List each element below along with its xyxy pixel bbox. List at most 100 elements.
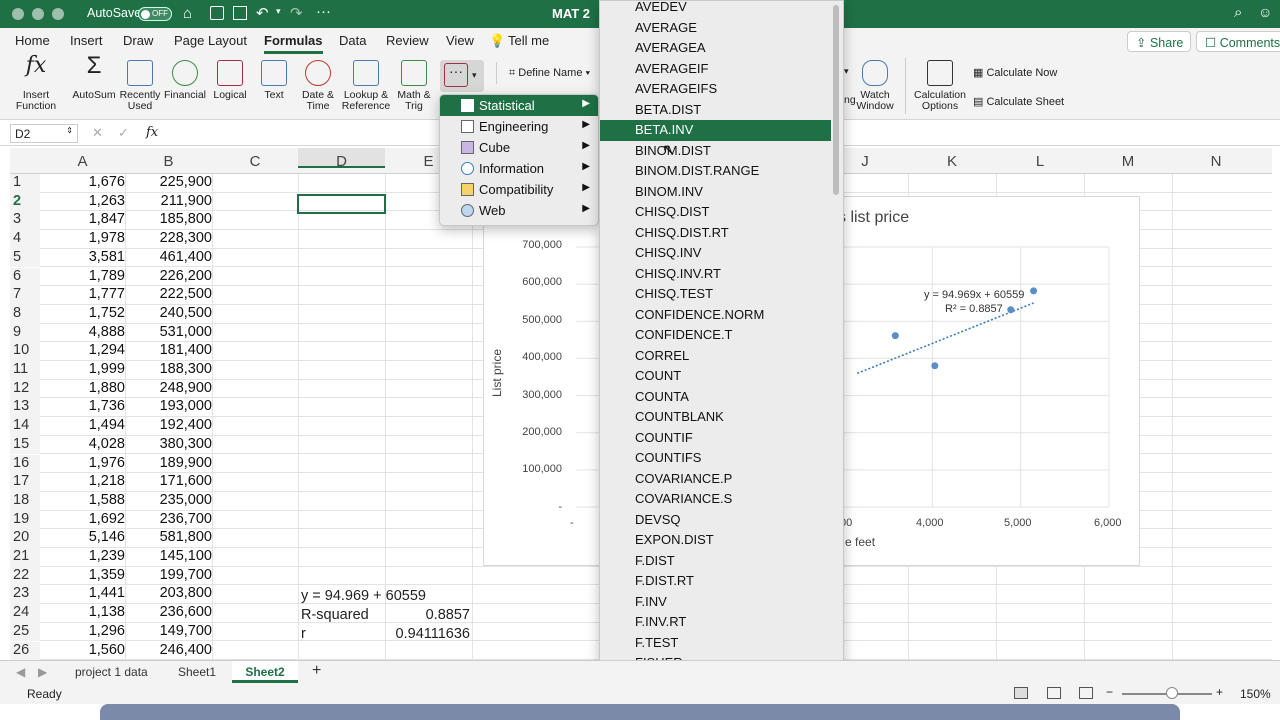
calculate-sheet-button[interactable]: ▤ Calculate Sheet [973, 95, 1064, 108]
autosum-button[interactable]: Σ AutoSum [72, 54, 116, 101]
row-header[interactable]: 11 [10, 361, 40, 380]
column-header-l[interactable]: L [996, 153, 1084, 170]
logical-button[interactable]: Logical [210, 60, 250, 101]
cell-a[interactable]: 5,146 [40, 529, 125, 545]
cell-a[interactable]: 1,736 [40, 398, 125, 414]
cell-b[interactable]: 228,300 [125, 230, 212, 246]
search-icon[interactable]: ⌕ [1234, 4, 1242, 21]
prev-sheet-icon[interactable]: ◀ [16, 665, 25, 679]
menu-item-function[interactable]: CHISQ.INV.RT [600, 264, 831, 285]
menu-item-cube[interactable]: Cube ▶ [440, 137, 598, 158]
cell-b[interactable]: 236,600 [125, 604, 212, 620]
tab-draw[interactable]: Draw [123, 33, 153, 48]
cell-b[interactable]: 145,100 [125, 548, 212, 564]
menu-item-function[interactable]: CHISQ.DIST.RT [600, 223, 831, 244]
menu-item-function[interactable]: CHISQ.DIST [600, 202, 831, 223]
menu-item-function[interactable]: CONFIDENCE.NORM [600, 305, 831, 326]
cell-a[interactable]: 1,560 [40, 642, 125, 658]
row-header[interactable]: 9 [10, 323, 40, 343]
more-functions-button[interactable]: ··· ▾ [440, 60, 484, 92]
next-sheet-icon[interactable]: ▶ [38, 665, 47, 679]
cell-a[interactable]: 1,692 [40, 511, 125, 527]
column-header-n[interactable]: N [1172, 153, 1260, 170]
menu-item-function[interactable]: COUNT [600, 366, 831, 387]
date-time-button[interactable]: Date & Time [298, 60, 338, 112]
menu-item-function[interactable]: BETA.DIST [600, 100, 831, 121]
insert-function-button[interactable]: fx Insert Function [12, 55, 60, 112]
cell-b[interactable]: 193,000 [125, 398, 212, 414]
calculate-now-button[interactable]: ▦ Calculate Now [973, 66, 1057, 79]
cell-b[interactable]: 226,200 [125, 268, 212, 284]
menu-item-function[interactable]: BINOM.DIST [600, 141, 831, 162]
undo-dropdown-icon[interactable]: ▾ [276, 6, 281, 17]
menu-item-information[interactable]: Information ▶ [440, 158, 598, 179]
menu-item-function[interactable]: BINOM.INV [600, 182, 831, 203]
row-header[interactable]: 18 [10, 491, 40, 511]
row-header[interactable]: 8 [10, 304, 40, 324]
menu-item-function[interactable]: AVERAGEA [600, 38, 831, 59]
row-header[interactable]: 4 [10, 230, 40, 249]
tab-view[interactable]: View [446, 33, 474, 48]
column-header-b[interactable]: B [125, 153, 212, 170]
cell-a[interactable]: 1,138 [40, 604, 125, 620]
row-header[interactable]: 19 [10, 510, 40, 530]
watch-window-button[interactable]: Watch Window [852, 60, 898, 112]
menu-item-function[interactable]: BETA.INV [600, 120, 831, 141]
menu-item-function[interactable]: CONFIDENCE.T [600, 325, 831, 346]
r-label-cell[interactable]: r [301, 626, 306, 642]
r-value-cell[interactable]: 0.94111636 [385, 626, 470, 642]
cell-b[interactable]: 181,400 [125, 342, 212, 358]
cell-b[interactable]: 235,000 [125, 492, 212, 508]
cell-b[interactable]: 203,800 [125, 585, 212, 601]
cell-a[interactable]: 1,239 [40, 548, 125, 564]
cell-a[interactable]: 4,028 [40, 436, 125, 452]
zoom-slider-handle[interactable] [1166, 687, 1178, 699]
cell-a[interactable]: 1,789 [40, 268, 125, 284]
tab-page-layout[interactable]: Page Layout [174, 33, 247, 48]
cell-a[interactable]: 3,581 [40, 249, 125, 265]
tab-data[interactable]: Data [339, 33, 366, 48]
row-header[interactable]: 24 [10, 604, 40, 623]
cell-a[interactable]: 1,294 [40, 342, 125, 358]
column-header-a[interactable]: A [40, 153, 125, 170]
menu-item-function[interactable]: BINOM.DIST.RANGE [600, 161, 831, 182]
menu-item-function[interactable]: COUNTA [600, 387, 831, 408]
menu-item-function[interactable]: F.DIST [600, 551, 831, 572]
autosave-toggle[interactable]: OFF [138, 7, 172, 21]
menu-item-compatibility[interactable]: Compatibility ▶ [440, 179, 598, 200]
cell-b[interactable]: 185,800 [125, 211, 212, 227]
enter-icon[interactable]: ✓ [118, 125, 129, 141]
sheet-tab-project-1-data[interactable]: project 1 data [75, 665, 148, 679]
page-break-view-icon[interactable] [1079, 687, 1093, 699]
name-box[interactable]: D2 ⇕ [10, 124, 78, 143]
cell-a[interactable]: 1,978 [40, 230, 125, 246]
minimize-window-button[interactable] [32, 8, 44, 20]
rsquared-label-cell[interactable]: R-squared [301, 607, 369, 623]
lookup-reference-button[interactable]: Lookup & Reference [340, 60, 392, 112]
menu-item-function[interactable]: COVARIANCE.P [600, 469, 831, 490]
cell-a[interactable]: 1,976 [40, 455, 125, 471]
more-icon[interactable]: ··· [316, 3, 331, 20]
cell-a[interactable]: 1,676 [40, 174, 125, 190]
zoom-in-icon[interactable]: + [1216, 685, 1223, 699]
cell-b[interactable]: 189,900 [125, 455, 212, 471]
menu-item-function[interactable]: COUNTIF [600, 428, 831, 449]
row-header[interactable]: 5 [10, 248, 40, 268]
redo-icon[interactable]: ↷ [290, 4, 303, 22]
row-header[interactable]: 1 [10, 174, 40, 193]
cell-a[interactable]: 1,752 [40, 305, 125, 321]
recently-used-button[interactable]: Recently Used [118, 60, 162, 112]
share-button[interactable]: ⇪ Share [1127, 31, 1191, 52]
close-window-button[interactable] [12, 8, 24, 20]
cancel-icon[interactable]: ✕ [92, 125, 103, 141]
menu-item-function[interactable]: AVERAGEIF [600, 59, 831, 80]
menu-item-function[interactable]: COVARIANCE.S [600, 489, 831, 510]
column-header-d[interactable]: D [298, 148, 385, 170]
cell-b[interactable]: 188,300 [125, 361, 212, 377]
macos-dock[interactable] [100, 704, 1180, 720]
row-header[interactable]: 20 [10, 529, 40, 548]
tab-insert[interactable]: Insert [70, 33, 103, 48]
undo-icon[interactable]: ↶ [256, 4, 269, 22]
row-header[interactable]: 23 [10, 585, 40, 605]
scrollbar-thumb[interactable] [833, 5, 839, 195]
